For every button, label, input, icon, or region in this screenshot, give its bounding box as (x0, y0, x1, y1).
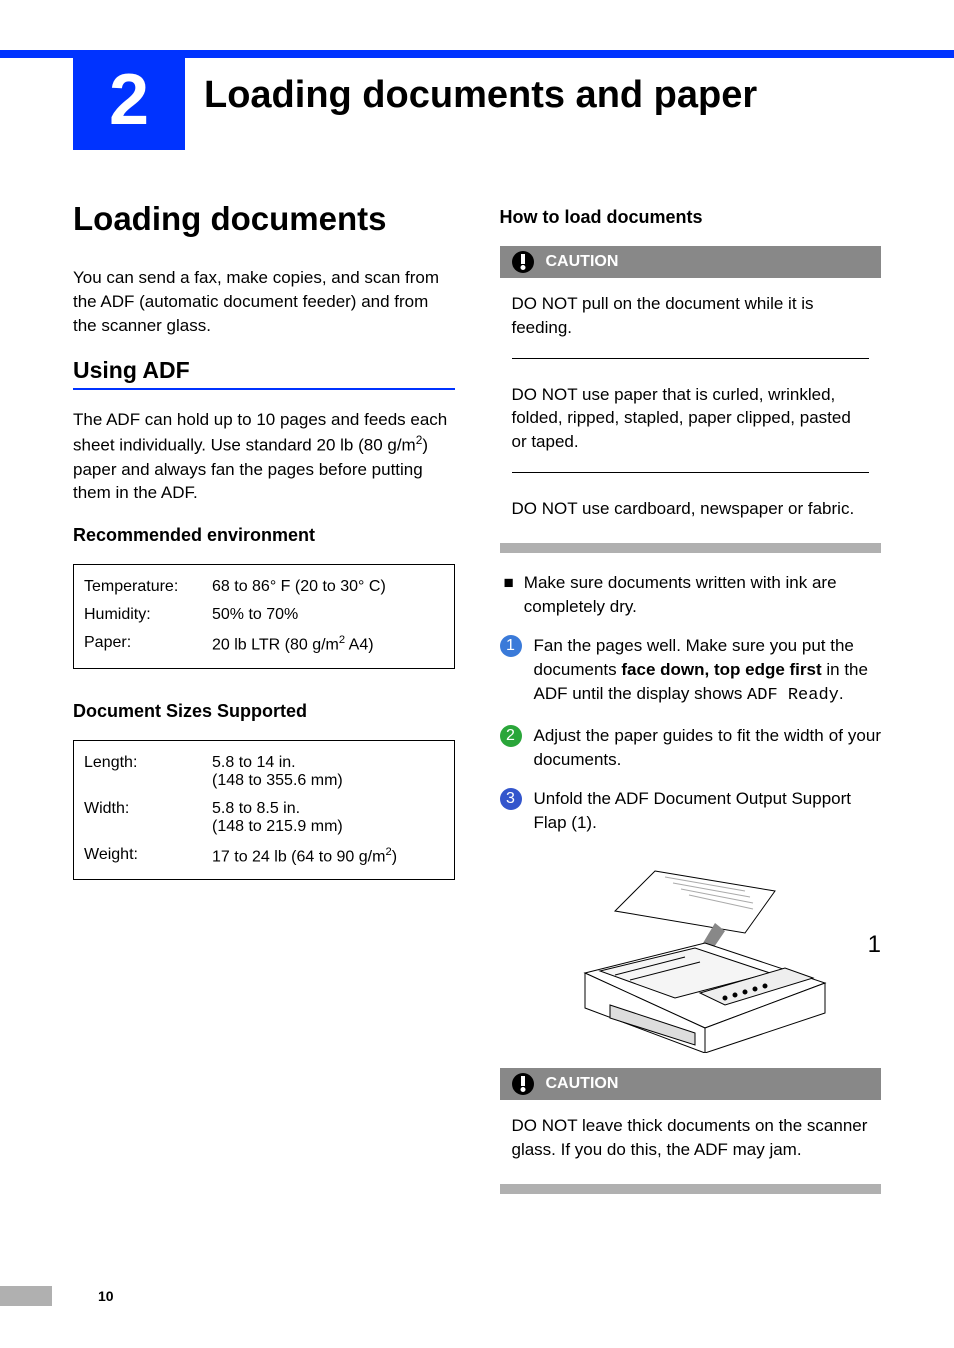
caution-text-1: DO NOT pull on the document while it is … (500, 278, 882, 348)
caution-label: CAUTION (546, 1075, 619, 1093)
section-heading-loading-docs: Loading documents (73, 200, 455, 238)
weight-value-b: ) (392, 848, 397, 865)
page-number-strip (0, 1286, 52, 1306)
heading-recommended-env: Recommended environment (73, 525, 455, 546)
step1-e: . (839, 684, 844, 703)
step-1-text: Fan the pages well. Make sure you put th… (534, 634, 882, 707)
chapter-box: 2 (73, 50, 185, 150)
step-number-icon: 3 (500, 788, 522, 810)
caution-2-text: DO NOT leave thick documents on the scan… (500, 1100, 882, 1170)
width-value: 5.8 to 8.5 in. (148 to 215.9 mm) (212, 800, 444, 836)
step1-mono: ADF Ready (747, 686, 839, 705)
heading-doc-sizes: Document Sizes Supported (73, 701, 455, 722)
table-row: Length: 5.8 to 14 in. (148 to 355.6 mm) (84, 749, 444, 795)
caution-icon (512, 1073, 534, 1095)
paper-value-b: A4) (345, 637, 373, 654)
table-row: Temperature: 68 to 86° F (20 to 30° C) (84, 573, 444, 601)
width-label: Width: (84, 800, 212, 836)
step-2: 2 Adjust the paper guides to fit the wid… (500, 724, 882, 772)
sizes-spec-table: Length: 5.8 to 14 in. (148 to 355.6 mm) … (73, 740, 455, 880)
divider (512, 472, 870, 473)
table-row: Width: 5.8 to 8.5 in. (148 to 215.9 mm) (84, 795, 444, 841)
heading-how-to-load: How to load documents (500, 207, 882, 228)
adf-description: The ADF can hold up to 10 pages and feed… (73, 408, 455, 505)
table-row: Paper: 20 lb LTR (80 g/m2 A4) (84, 629, 444, 659)
step1-bold: face down, top edge first (621, 660, 821, 679)
step-number-icon: 1 (500, 635, 522, 657)
humidity-label: Humidity: (84, 606, 212, 624)
divider (512, 358, 870, 359)
bullet-item: ■ Make sure documents written with ink a… (500, 571, 882, 619)
caution-header: CAUTION (500, 1068, 882, 1100)
weight-label: Weight: (84, 846, 212, 866)
step-number-icon: 2 (500, 725, 522, 747)
square-bullet-icon: ■ (504, 571, 514, 619)
chapter-number: 2 (109, 59, 149, 141)
temp-label: Temperature: (84, 578, 212, 596)
intro-text: You can send a fax, make copies, and sca… (73, 266, 455, 337)
step-3: 3 Unfold the ADF Document Output Support… (500, 787, 882, 835)
humidity-value: 50% to 70% (212, 606, 444, 624)
step-1: 1 Fan the pages well. Make sure you put … (500, 634, 882, 707)
adf-text-part-a: The ADF can hold up to 10 pages and feed… (73, 410, 447, 454)
table-row: Weight: 17 to 24 lb (64 to 90 g/m2) (84, 841, 444, 871)
printer-diagram: 1 (500, 853, 882, 1058)
chapter-title: Loading documents and paper (204, 74, 757, 117)
page-number: 10 (98, 1288, 114, 1304)
caution-text-2: DO NOT use paper that is curled, wrinkle… (500, 369, 882, 462)
weight-value: 17 to 24 lb (64 to 90 g/m2) (212, 846, 444, 866)
caution-text-3: DO NOT use cardboard, newspaper or fabri… (500, 483, 882, 529)
table-row: Humidity: 50% to 70% (84, 601, 444, 629)
subsection-using-adf: Using ADF (73, 357, 455, 384)
weight-value-a: 17 to 24 lb (64 to 90 g/m (212, 848, 385, 865)
caution-label: CAUTION (546, 253, 619, 271)
paper-value: 20 lb LTR (80 g/m2 A4) (212, 634, 444, 654)
paper-value-a: 20 lb LTR (80 g/m (212, 637, 339, 654)
length-value: 5.8 to 14 in. (148 to 355.6 mm) (212, 754, 444, 790)
caution-footer-bar (500, 543, 882, 553)
printer-illustration (545, 853, 835, 1053)
caution-box-2: CAUTION DO NOT leave thick documents on … (500, 1068, 882, 1194)
env-spec-table: Temperature: 68 to 86° F (20 to 30° C) H… (73, 564, 455, 668)
temp-value: 68 to 86° F (20 to 30° C) (212, 578, 444, 596)
caution-box-1: CAUTION DO NOT pull on the document whil… (500, 246, 882, 553)
caution-footer-bar (500, 1184, 882, 1194)
diagram-callout-1: 1 (868, 931, 881, 959)
left-column: Loading documents You can send a fax, ma… (73, 195, 455, 1194)
bullet-text: Make sure documents written with ink are… (524, 571, 881, 619)
step-3-text: Unfold the ADF Document Output Support F… (534, 787, 882, 835)
length-label: Length: (84, 754, 212, 790)
right-column: How to load documents CAUTION DO NOT pul… (500, 195, 882, 1194)
content-area: Loading documents You can send a fax, ma… (73, 195, 881, 1194)
caution-header: CAUTION (500, 246, 882, 278)
caution-icon (512, 251, 534, 273)
heading-underline (73, 388, 455, 390)
step-2-text: Adjust the paper guides to fit the width… (534, 724, 882, 772)
paper-label: Paper: (84, 634, 212, 654)
